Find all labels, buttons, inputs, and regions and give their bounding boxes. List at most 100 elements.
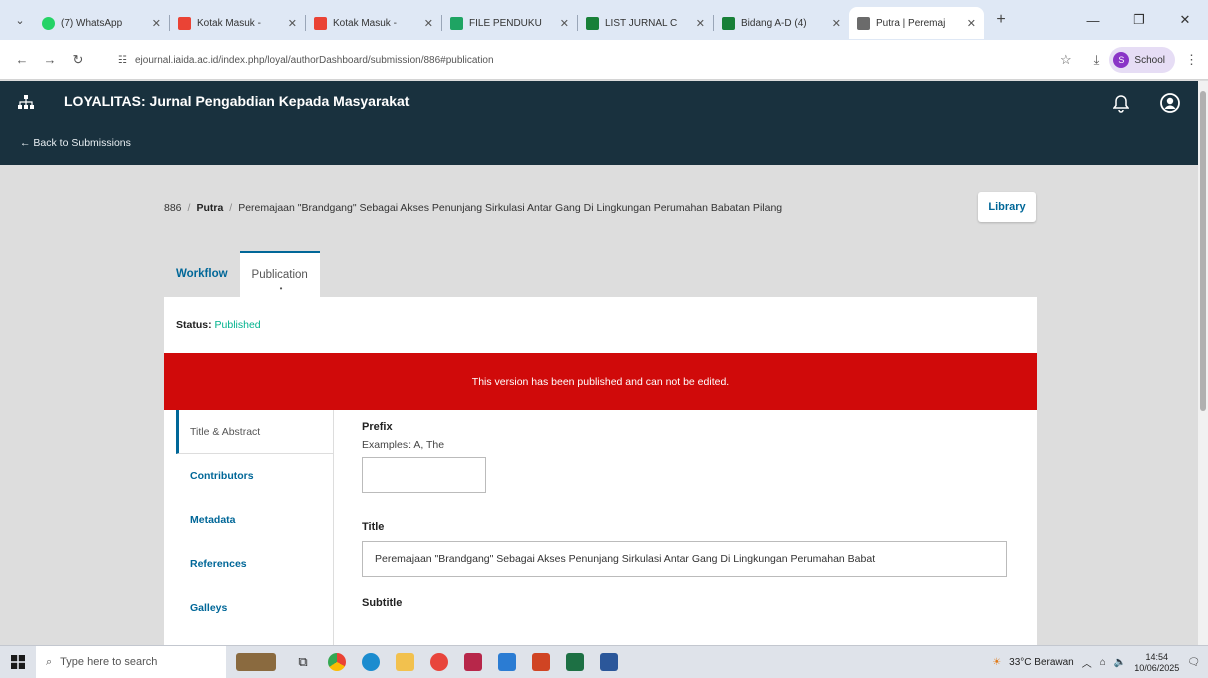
published-alert: This version has been published and can … [164, 353, 1037, 410]
close-tab-icon[interactable]: ✕ [967, 17, 976, 30]
page-content: 886/Putra / Peremajaan "Brandgang" Sebagai… [0, 165, 1198, 645]
address-bar: ← → ↻ ☷ ejournal.iaida.ac.id/index.php/l… [0, 40, 1208, 80]
reload-icon[interactable]: ↻ [64, 46, 92, 74]
tab-label: Bidang A-D (4) [741, 17, 807, 29]
scrollbar-thumb[interactable] [1200, 91, 1206, 411]
sidenav-galleys[interactable]: Galleys [176, 586, 333, 630]
chrome-icon[interactable] [320, 646, 354, 678]
app-header: LOYALITAS: Jurnal Pengabdian Kepada Masy… [0, 81, 1198, 165]
sitemap-icon[interactable] [18, 95, 34, 113]
title-abstract-form: Prefix Examples: A, The Title Peremajaan… [362, 421, 1022, 609]
new-tab-icon[interactable]: + [988, 7, 1014, 33]
journal-title[interactable]: LOYALITAS: Jurnal Pengabdian Kepada Masy… [64, 93, 409, 109]
library-button[interactable]: Library [978, 192, 1036, 222]
title-label: Title [362, 521, 385, 533]
restore-icon[interactable]: ❐ [1116, 0, 1162, 40]
bell-icon[interactable] [1110, 93, 1132, 115]
browser-menu-icon[interactable]: ⋮ [1185, 52, 1198, 68]
weather-icon: ☀ [992, 657, 1002, 668]
forward-arrow-icon[interactable]: → [36, 46, 64, 74]
subtitle-label: Subtitle [362, 597, 403, 609]
browser-tab[interactable]: Kotak Masuk - ✕ [170, 7, 305, 39]
url-field[interactable]: ☷ ejournal.iaida.ac.id/index.php/loyal/a… [110, 48, 1030, 72]
publication-sidenav: Title & Abstract Contributors Metadata R… [176, 410, 334, 645]
submission-title: Peremajaan "Brandgang" Sebagai Akses Pen… [238, 202, 783, 214]
sidenav-title-abstract[interactable]: Title & Abstract [176, 410, 333, 454]
close-tab-icon[interactable]: ✕ [288, 17, 297, 30]
publication-status: Status: Published [176, 319, 261, 331]
browser-tab-strip: ⌄ (7) WhatsApp ✕ Kotak Masuk - ✕ Kotak M… [0, 0, 1208, 40]
download-icon[interactable]: ⤓ [1094, 52, 1100, 68]
tab-workflow[interactable]: Workflow [164, 251, 240, 297]
prefix-field[interactable] [362, 457, 486, 493]
gmail-icon [314, 16, 327, 30]
submission-author: Putra [196, 202, 224, 214]
clock-time: 14:54 [1145, 651, 1169, 662]
sidenav-metadata[interactable]: Metadata [176, 498, 333, 542]
url-text: ejournal.iaida.ac.id/index.php/loyal/aut… [134, 54, 494, 66]
file-explorer-icon[interactable] [388, 646, 422, 678]
minimize-icon[interactable]: — [1070, 0, 1116, 40]
clock[interactable]: 14:54 10/06/2025 [1134, 652, 1179, 674]
network-icon[interactable]: ⌂ [1100, 657, 1106, 668]
bookmark-star-icon[interactable]: ☆ [1060, 52, 1072, 68]
tab-publication[interactable]: Publication [239, 251, 320, 297]
tab-label: (7) WhatsApp [61, 17, 123, 29]
sidenav-contributors[interactable]: Contributors [176, 454, 333, 498]
volume-icon[interactable]: 🔈 [1114, 657, 1126, 668]
browser-tab[interactable]: (7) WhatsApp ✕ [34, 7, 169, 39]
system-tray: ☀ 33°C Berawan ︿ ⌂ 🔈 14:54 10/06/2025 🗨 [992, 646, 1208, 678]
news-widget-icon[interactable] [226, 646, 286, 678]
browser-tab[interactable]: LIST JURNAL C ✕ [578, 7, 713, 39]
ojs-icon [857, 16, 870, 30]
access-icon[interactable] [456, 646, 490, 678]
close-window-icon[interactable]: ✕ [1162, 0, 1208, 40]
windows-start-icon[interactable] [0, 646, 36, 678]
page-scrollbar[interactable] [1198, 81, 1208, 645]
prefix-label: Prefix [362, 421, 393, 433]
chrome-alt-icon[interactable] [422, 646, 456, 678]
prefix-description: Examples: A, The [362, 439, 445, 451]
tab-search-icon[interactable]: ⌄ [6, 8, 34, 32]
close-tab-icon[interactable]: ✕ [696, 17, 705, 30]
browser-tab[interactable]: Kotak Masuk - ✕ [306, 7, 441, 39]
user-account-icon[interactable] [1158, 91, 1182, 115]
profile-label: School [1134, 54, 1165, 66]
outlook-icon[interactable] [490, 646, 524, 678]
google-sheets-icon [722, 16, 735, 30]
submission-tabs: Workflow Publication [164, 251, 320, 297]
whatsapp-icon [42, 16, 55, 30]
site-info-icon[interactable]: ☷ [118, 55, 127, 66]
clock-date: 10/06/2025 [1134, 662, 1180, 673]
search-icon: ⌕ [46, 655, 53, 668]
windows-taskbar: ⌕ Type here to search ⧉ ☀ 33°C Berawan ︿… [0, 645, 1208, 678]
submission-id: 886 [164, 202, 182, 214]
notification-icon[interactable]: 🗨 [1187, 657, 1200, 668]
browser-tab[interactable]: Bidang A-D (4) ✕ [714, 7, 849, 39]
sidenav-references[interactable]: References [176, 542, 333, 586]
task-view-icon[interactable]: ⧉ [286, 646, 320, 678]
close-tab-icon[interactable]: ✕ [424, 17, 433, 30]
close-tab-icon[interactable]: ✕ [560, 17, 569, 30]
tab-label: Kotak Masuk - [197, 17, 261, 29]
taskbar-search-input[interactable]: ⌕ Type here to search [36, 645, 226, 678]
close-tab-icon[interactable]: ✕ [152, 17, 161, 30]
status-badge: Published [214, 319, 261, 331]
tray-chevron-icon[interactable]: ︿ [1082, 655, 1092, 670]
close-tab-icon[interactable]: ✕ [832, 17, 841, 30]
title-field[interactable]: Peremajaan "Brandgang" Sebagai Akses Pen… [362, 541, 1007, 577]
tab-label: FILE PENDUKU [469, 17, 542, 29]
powerpoint-icon[interactable] [524, 646, 558, 678]
word-icon[interactable] [592, 646, 626, 678]
edge-icon[interactable] [354, 646, 388, 678]
browser-tab[interactable]: FILE PENDUKU ✕ [442, 7, 577, 39]
tab-label: LIST JURNAL C [605, 17, 678, 29]
gmail-icon [178, 16, 191, 30]
back-arrow-icon[interactable]: ← [8, 46, 36, 74]
tab-label: Putra | Peremaj [876, 17, 946, 29]
excel-icon[interactable] [558, 646, 592, 678]
back-to-submissions-link[interactable]: ← Back to Submissions [20, 137, 131, 149]
weather-text[interactable]: 33°C Berawan [1009, 657, 1074, 668]
browser-tab-active[interactable]: Putra | Peremaj ✕ [849, 7, 984, 39]
profile-button[interactable]: S School [1109, 47, 1175, 73]
